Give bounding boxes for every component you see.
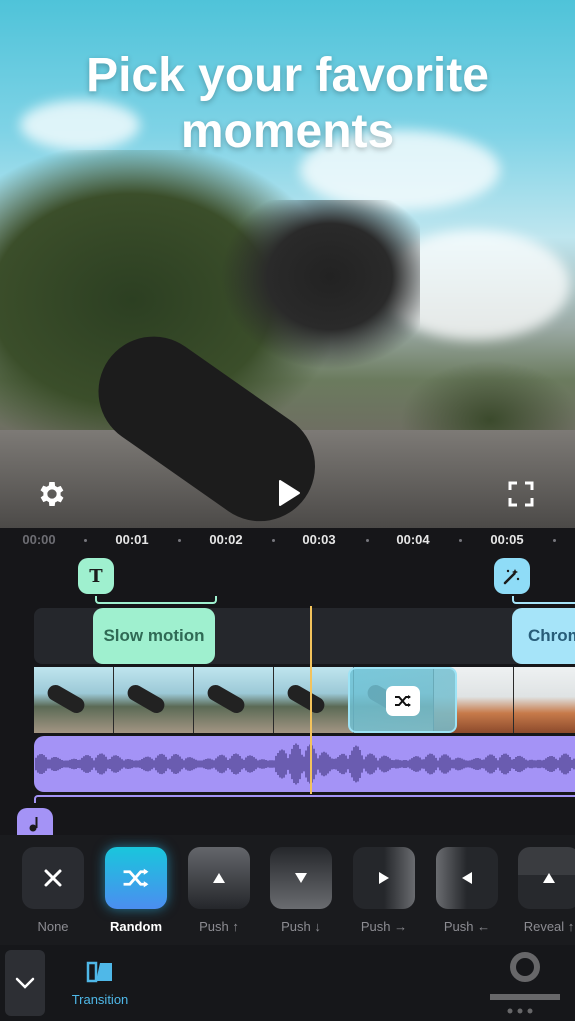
- ruler-tick: 00:05: [490, 532, 524, 547]
- video-frame: [514, 667, 575, 733]
- transition-picker[interactable]: None Random Push ↑ Push ↓ Push → Push ←: [0, 835, 575, 945]
- text-icon: T: [89, 565, 103, 587]
- transition-push-up[interactable]: Push ↑: [188, 847, 250, 934]
- transition-push-left[interactable]: Push ←: [436, 847, 498, 934]
- ruler-dot: [84, 539, 87, 542]
- transition-push-down[interactable]: Push ↓: [270, 847, 332, 934]
- ruler-tick: 00:01: [115, 532, 149, 547]
- settings-gear-icon[interactable]: [36, 478, 68, 510]
- music-note-icon: [29, 817, 38, 832]
- headline-line-2: moments: [180, 105, 395, 158]
- transition-push-right[interactable]: Push →: [353, 847, 415, 934]
- transition-none[interactable]: None: [22, 847, 84, 934]
- ruler-tick: 00:00: [22, 532, 56, 547]
- playhead[interactable]: [310, 606, 312, 794]
- headline: Pick your favorite moments: [0, 48, 575, 160]
- text-clip-bracket: [95, 596, 217, 604]
- video-frame: [114, 667, 194, 733]
- slow-motion-clip[interactable]: Slow motion: [93, 608, 215, 664]
- transition-label: Random: [110, 919, 162, 934]
- video-track[interactable]: [34, 667, 575, 733]
- tab-transition[interactable]: Transition: [65, 961, 135, 1007]
- transition-thumb[interactable]: [270, 847, 332, 909]
- transition-label: Push ↓: [281, 919, 321, 934]
- transition-thumb[interactable]: [188, 847, 250, 909]
- bottom-toolbar: Transition: [0, 945, 575, 1021]
- video-frame: [194, 667, 274, 733]
- ruler-tick: 00:02: [209, 532, 243, 547]
- effect-clip-bracket: [512, 596, 575, 604]
- transition-label: Push →: [360, 919, 408, 934]
- audio-waveform: [35, 743, 575, 785]
- ruler-dot: [553, 539, 556, 542]
- triangle-up-icon: [213, 873, 225, 883]
- transition-random[interactable]: Random: [105, 847, 167, 934]
- timeline[interactable]: 00:00 00:01 00:02 00:03 00:04 00:05 T Sl…: [0, 528, 575, 838]
- transition-thumb[interactable]: [436, 847, 498, 909]
- skater: [220, 200, 420, 370]
- text-track-marker[interactable]: T: [78, 558, 114, 594]
- collapse-button[interactable]: [5, 950, 45, 1016]
- time-ruler[interactable]: 00:00 00:01 00:02 00:03 00:04 00:05: [0, 528, 575, 550]
- transition-thumb[interactable]: [105, 847, 167, 909]
- transition-button[interactable]: [386, 686, 420, 716]
- waveform-path: [35, 743, 575, 785]
- shuffle-icon: [395, 695, 411, 707]
- shuffle-icon: [123, 868, 149, 888]
- music-track-marker[interactable]: [17, 808, 53, 838]
- watermark-logo: [490, 952, 560, 1014]
- transition-thumb[interactable]: [518, 847, 575, 909]
- ruler-dot: [459, 539, 462, 542]
- transition-label: Push ↑: [199, 919, 239, 934]
- ruler-tick: 00:03: [302, 532, 336, 547]
- tab-label: Transition: [71, 992, 129, 1007]
- magic-wand-icon: [503, 569, 520, 585]
- video-frame: [34, 667, 114, 733]
- triangle-up-icon: [543, 873, 555, 883]
- audio-track[interactable]: [34, 736, 575, 792]
- fullscreen-icon[interactable]: [508, 481, 534, 507]
- triangle-left-icon: [462, 872, 472, 884]
- triangle-right-icon: [379, 872, 389, 884]
- close-icon: [44, 869, 62, 887]
- play-icon[interactable]: [277, 479, 301, 507]
- effect-track-marker[interactable]: [494, 558, 530, 594]
- music-bracket: [34, 795, 575, 803]
- clip-label: Slow motion: [103, 626, 205, 645]
- transition-thumb[interactable]: [353, 847, 415, 909]
- ruler-dot: [366, 539, 369, 542]
- chroma-clip[interactable]: Chrom: [512, 608, 575, 664]
- ruler-tick: 00:04: [396, 532, 430, 547]
- clip-label: Chrom: [528, 626, 575, 645]
- transition-label: None: [37, 919, 69, 934]
- transition-reveal-up[interactable]: Reveal ↑: [518, 847, 575, 934]
- triangle-down-icon: [295, 873, 307, 883]
- video-preview[interactable]: Pick your favorite moments: [0, 0, 575, 528]
- transition-icon: [86, 961, 112, 983]
- ruler-dot: [178, 539, 181, 542]
- transition-label: Reveal ↑: [523, 919, 575, 934]
- headline-line-1: Pick your favorite: [86, 49, 489, 102]
- video-frame: [274, 667, 354, 733]
- transition-thumb[interactable]: [22, 847, 84, 909]
- ruler-dot: [272, 539, 275, 542]
- transition-label: Push ←: [443, 919, 491, 934]
- chevron-down-icon: [15, 977, 35, 989]
